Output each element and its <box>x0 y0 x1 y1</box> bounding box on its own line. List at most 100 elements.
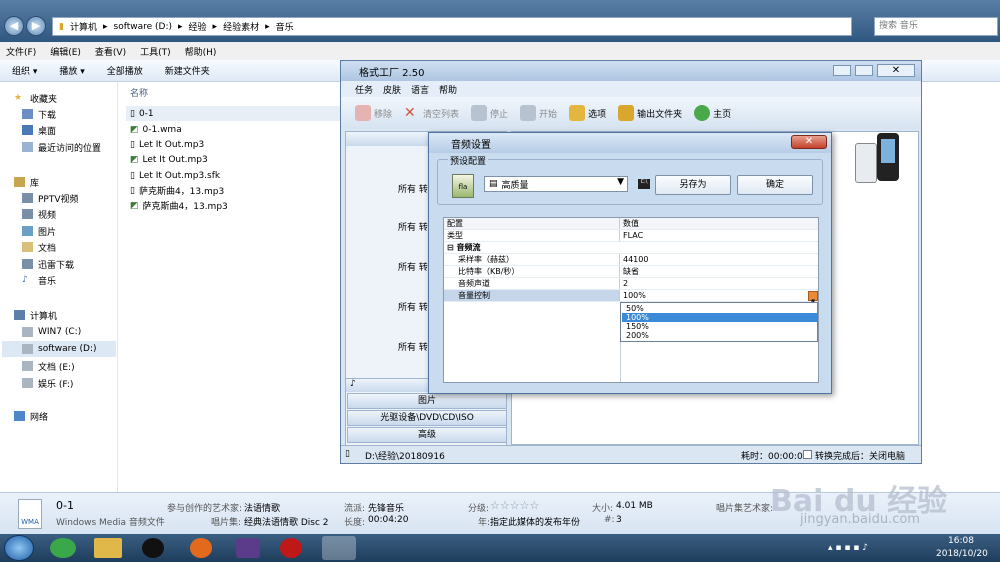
ff-menu-task[interactable]: 任务 <box>355 83 373 96</box>
preset-select[interactable]: ▤ 高质量 ▼ <box>484 176 628 192</box>
menu-view[interactable]: 查看(V) <box>95 45 126 58</box>
category-advanced[interactable]: 高级 <box>347 427 507 443</box>
ff-menu-help[interactable]: 帮助 <box>439 83 457 96</box>
menu-help[interactable]: 帮助(H) <box>185 45 217 58</box>
after-done-checkbox[interactable] <box>803 450 812 459</box>
breadcrumb-jingyan[interactable]: 经验 <box>189 20 207 33</box>
album-value[interactable]: 经典法语情歌 Disc 2 <box>244 515 329 528</box>
computer-icon <box>14 310 25 320</box>
genre-value[interactable]: 先锋音乐 <box>368 501 404 514</box>
options-button[interactable]: 选项 <box>569 105 606 121</box>
nav-videos[interactable]: 视频 <box>22 206 56 222</box>
nav-pptv[interactable]: PPTV视频 <box>22 190 79 206</box>
ff-status-bar: ▯ D:\经验\20180916 耗时：00:00:00 转换完成后：关闭电脑 <box>341 445 921 463</box>
nav-drive-c[interactable]: WIN7 (C:) <box>22 324 81 340</box>
option-100[interactable]: 100% <box>622 313 818 322</box>
address-bar[interactable]: ▮ 计算机 ▸ software (D:) ▸ 经验 ▸ 经验素材 ▸ 音乐 <box>52 17 852 36</box>
close-button[interactable]: ✕ <box>877 64 915 77</box>
play-button[interactable]: 播放 ▾ <box>59 64 84 77</box>
artist-value[interactable]: 法语情歌 <box>244 501 280 514</box>
category-picture[interactable]: 图片 <box>347 393 507 409</box>
clear-list-button[interactable]: ✕ 清空列表 <box>404 105 459 121</box>
table-row[interactable]: 比特率（KB/秒） 缺省 <box>444 266 818 278</box>
organize-button[interactable]: 组织 ▾ <box>12 64 37 77</box>
option-200[interactable]: 200% <box>622 331 818 340</box>
col-config: 配置 <box>444 218 620 229</box>
breadcrumb-computer[interactable]: 计算机 <box>70 20 97 33</box>
folder-icon <box>618 105 635 121</box>
new-folder-button[interactable]: 新建文件夹 <box>165 64 210 77</box>
nav-pictures[interactable]: 图片 <box>22 223 56 239</box>
track-value[interactable]: 3 <box>616 515 622 525</box>
ff-menu-language[interactable]: 语言 <box>411 83 429 96</box>
table-row[interactable]: 采样率（赫兹） 44100 <box>444 254 818 266</box>
explorer-taskbar-icon[interactable] <box>94 538 122 558</box>
menu-edit[interactable]: 编辑(E) <box>50 45 81 58</box>
category-disc[interactable]: 光驱设备\DVD\CD\ISO <box>347 410 507 426</box>
media-app-icon[interactable] <box>236 538 260 558</box>
nav-favorites[interactable]: ★ 收藏夹 <box>14 90 57 106</box>
menu-file[interactable]: 文件(F) <box>6 45 36 58</box>
cmd-icon[interactable]: C:\ <box>638 179 650 189</box>
clock-date[interactable]: 2018/10/20 <box>936 549 988 559</box>
nav-network[interactable]: 网络 <box>14 408 48 424</box>
nav-music[interactable]: ♪ 音乐 <box>22 272 56 288</box>
table-row[interactable]: 音量控制 100% <box>444 290 818 302</box>
recorder-icon[interactable] <box>280 538 302 558</box>
table-row[interactable]: 类型 FLAC <box>444 230 818 242</box>
stop-button[interactable]: 停止 <box>471 105 508 121</box>
breadcrumb-music[interactable]: 音乐 <box>276 20 294 33</box>
nav-downloads[interactable]: 下载 <box>22 106 56 122</box>
file-icon: ▯ <box>130 139 135 150</box>
rating-stars[interactable]: ☆☆☆☆☆ <box>490 499 539 512</box>
nav-recent[interactable]: 最近访问的位置 <box>22 139 101 155</box>
format-factory-taskbar-icon[interactable] <box>322 536 356 560</box>
remove-button[interactable]: 移除 <box>355 105 392 121</box>
option-150[interactable]: 150% <box>622 322 818 331</box>
nav-desktop[interactable]: 桌面 <box>22 122 56 138</box>
file-item[interactable]: ◩ 0-1.wma <box>130 122 182 137</box>
table-row[interactable]: 音频声道 2 <box>444 278 818 290</box>
start-button[interactable]: 开始 <box>520 105 557 121</box>
nav-drive-f[interactable]: 娱乐 (F:) <box>22 375 73 391</box>
desktop-icon <box>22 125 33 135</box>
file-item[interactable]: ▯ 0-1 <box>130 106 154 121</box>
back-button[interactable]: ◀ <box>4 16 24 36</box>
forward-button[interactable]: ▶ <box>26 16 46 36</box>
clock-time[interactable]: 16:08 <box>948 536 974 546</box>
nav-computer[interactable]: 计算机 <box>14 307 57 323</box>
breadcrumb-drive[interactable]: software (D:) <box>114 22 173 32</box>
file-item[interactable]: ▯ Let It Out.mp3.sfk <box>130 168 220 183</box>
option-50[interactable]: 50% <box>622 304 818 313</box>
tray-icons[interactable]: ▴ ▪ ▪ ▪ ♪ <box>828 543 868 553</box>
column-header-name[interactable]: 名称 <box>130 86 148 99</box>
home-button[interactable]: 主页 <box>694 105 731 121</box>
start-button[interactable] <box>4 535 34 561</box>
qq-icon[interactable] <box>142 538 164 558</box>
file-name: 0-1 <box>56 499 74 512</box>
dialog-close-button[interactable]: ✕ <box>791 135 827 149</box>
nav-drive-d[interactable]: software (D:) <box>2 341 116 357</box>
year-value[interactable]: 指定此媒体的发布年份 <box>490 515 580 528</box>
nav-drive-e[interactable]: 文档 (E:) <box>22 358 75 374</box>
ff-menu-skin[interactable]: 皮肤 <box>383 83 401 96</box>
maximize-button[interactable] <box>855 65 873 76</box>
minimize-button[interactable] <box>833 65 851 76</box>
table-row[interactable]: ⊟ 音频流 <box>444 242 818 254</box>
menu-tools[interactable]: 工具(T) <box>140 45 171 58</box>
breadcrumb-sucai[interactable]: 经验素材 <box>223 20 259 33</box>
360-browser-icon[interactable] <box>50 538 76 558</box>
nav-library[interactable]: 库 <box>14 174 39 190</box>
file-item[interactable]: ◩ Let It Out.mp3 <box>130 152 208 167</box>
nav-thunder[interactable]: 迅雷下载 <box>22 256 74 272</box>
file-item[interactable]: ◩ 萨克斯曲4，13.mp3 <box>130 198 228 213</box>
firefox-icon[interactable] <box>190 538 212 558</box>
file-item[interactable]: ▯ 萨克斯曲4，13.mp3 <box>130 183 224 198</box>
output-folder-button[interactable]: 输出文件夹 <box>618 105 682 121</box>
save-as-button[interactable]: 另存为 <box>655 175 731 195</box>
search-input[interactable]: 搜索 音乐 <box>874 17 998 36</box>
ok-button[interactable]: 确定 <box>737 175 813 195</box>
nav-documents[interactable]: 文档 <box>22 239 56 255</box>
play-all-button[interactable]: 全部播放 <box>107 64 143 77</box>
file-item[interactable]: ▯ Let It Out.mp3 <box>130 137 204 152</box>
